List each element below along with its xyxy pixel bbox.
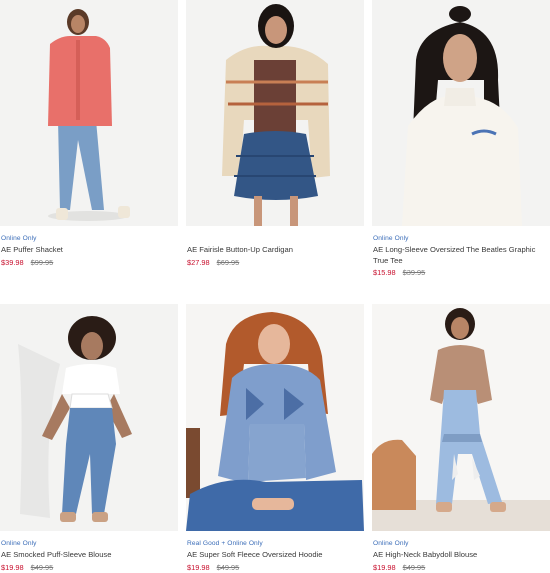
product-card[interactable]: Real Good + Online Only AE Super Soft Fl…: [186, 304, 364, 573]
sale-price: $19.98: [1, 563, 24, 572]
product-name[interactable]: AE Fairisle Button-Up Cardigan: [187, 244, 357, 255]
price-row: $19.98 $49.95: [187, 563, 239, 572]
product-name[interactable]: AE High-Neck Babydoll Blouse: [373, 549, 543, 560]
original-price: $49.95: [30, 563, 54, 572]
sale-price: $19.98: [187, 563, 210, 572]
product-image[interactable]: [372, 304, 550, 531]
price-row: $39.98 $99.95: [1, 258, 53, 267]
product-badge: Online Only: [373, 540, 409, 547]
sale-price: $19.98: [373, 563, 396, 572]
sale-price: $39.98: [1, 258, 24, 267]
original-price: $49.95: [402, 563, 426, 572]
product-image[interactable]: [0, 304, 178, 531]
product-card[interactable]: Online Only AE Long-Sleeve Oversized The…: [372, 0, 550, 280]
product-badge: Online Only: [1, 540, 37, 547]
product-name[interactable]: AE Smocked Puff-Sleeve Blouse: [1, 549, 171, 560]
product-badge: Online Only: [1, 235, 37, 242]
price-row: $15.98 $39.95: [373, 268, 425, 277]
product-badge: Real Good + Online Only: [187, 540, 263, 547]
product-image[interactable]: [186, 0, 364, 226]
sale-price: $15.98: [373, 268, 396, 277]
product-card[interactable]: Online Only AE Puffer Shacket $39.98 $99…: [0, 0, 178, 270]
product-name[interactable]: AE Long-Sleeve Oversized The Beatles Gra…: [373, 244, 543, 266]
price-row: $19.98 $49.95: [1, 563, 53, 572]
price-row: $27.98 $69.95: [187, 258, 239, 267]
product-image[interactable]: [372, 0, 550, 226]
original-price: $39.95: [402, 268, 426, 277]
sale-price: $27.98: [187, 258, 210, 267]
product-image[interactable]: [186, 304, 364, 531]
product-card[interactable]: Online Only AE High-Neck Babydoll Blouse…: [372, 304, 550, 573]
price-row: $19.98 $49.95: [373, 563, 425, 572]
product-card[interactable]: Online Only AE Smocked Puff-Sleeve Blous…: [0, 304, 178, 573]
original-price: $99.95: [30, 258, 54, 267]
original-price: $49.95: [216, 563, 240, 572]
product-name[interactable]: AE Puffer Shacket: [1, 244, 171, 255]
product-card[interactable]: AE Fairisle Button-Up Cardigan $27.98 $6…: [186, 0, 364, 270]
original-price: $69.95: [216, 258, 240, 267]
product-name[interactable]: AE Super Soft Fleece Oversized Hoodie: [187, 549, 357, 560]
product-badge: Online Only: [373, 235, 409, 242]
product-image[interactable]: [0, 0, 178, 226]
